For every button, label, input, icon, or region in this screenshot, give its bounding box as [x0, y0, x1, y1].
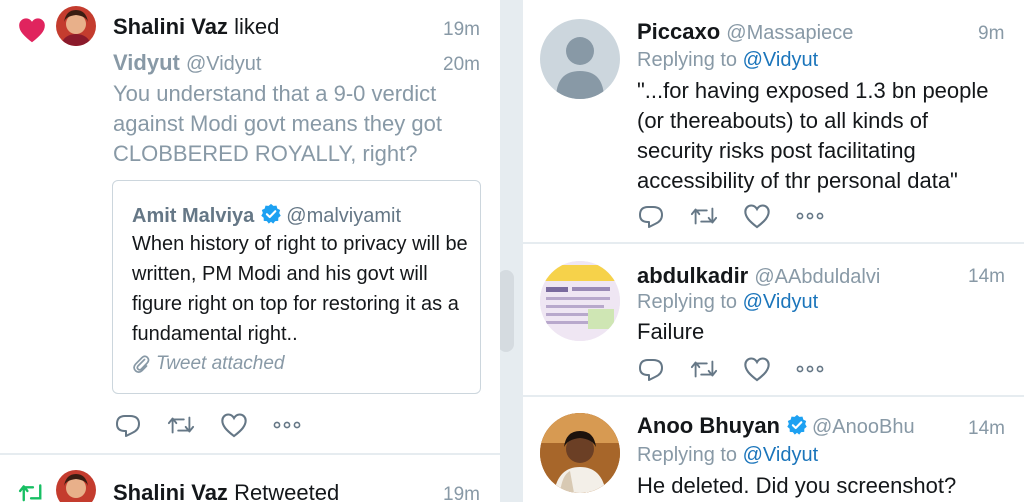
reply-author-handle[interactable]: @AnooBhu — [812, 416, 915, 438]
like-button[interactable] — [743, 203, 771, 229]
replying-label: Replying to — [637, 291, 738, 313]
divider — [0, 453, 500, 455]
tweet-time[interactable]: 20m — [443, 54, 480, 76]
reply-author-name[interactable]: Piccaxo — [637, 19, 720, 44]
divider — [523, 395, 1024, 397]
reply-author-handle[interactable]: @Massapiece — [726, 22, 853, 44]
notification-time: 19m — [443, 19, 480, 40]
reply-header: abdulkadir @AAbduldalvi — [637, 263, 880, 289]
reply-actions — [637, 356, 849, 382]
more-button[interactable] — [796, 356, 824, 382]
more-dots-icon — [796, 365, 824, 373]
reply-icon — [116, 415, 140, 437]
tweet-actions — [114, 412, 326, 438]
heart-icon — [744, 204, 770, 229]
retweet-icon — [690, 207, 718, 225]
reply-text: He deleted. Did you screenshot? — [637, 473, 957, 498]
quote-author-handle: @malviyamit — [286, 205, 402, 227]
replying-to: Replying to @Vidyut — [637, 49, 818, 72]
notification-line: Shalini Vaz liked — [113, 14, 279, 40]
verified-badge-icon — [261, 203, 281, 224]
reply-time[interactable]: 14m — [968, 418, 1005, 440]
reply-icon — [639, 206, 663, 228]
reply-time[interactable]: 9m — [978, 23, 1004, 45]
notification-action: Retweeted — [234, 480, 340, 502]
replying-to-link[interactable]: @Vidyut — [743, 291, 819, 313]
attachment-label: Tweet attached — [156, 353, 285, 374]
divider — [523, 242, 1024, 244]
retweet-button[interactable] — [690, 356, 718, 382]
replying-to: Replying to @Vidyut — [637, 444, 818, 467]
notification-action: liked — [234, 14, 280, 39]
notification-user[interactable]: Shalini Vaz — [113, 14, 228, 39]
reply-button[interactable] — [114, 412, 142, 438]
like-button[interactable] — [743, 356, 771, 382]
reply-icon — [639, 359, 663, 381]
reply-author-name[interactable]: abdulkadir — [637, 263, 748, 288]
replying-to-link[interactable]: @Vidyut — [743, 49, 819, 71]
verified-badge-icon — [787, 414, 807, 435]
tweet-text: You understand that a 9-0 verdict agains… — [113, 81, 442, 166]
avatar[interactable] — [540, 413, 620, 493]
retweet-icon — [690, 360, 718, 378]
notification-time: 19m — [443, 484, 480, 502]
quote-attachment: Tweet attached — [132, 353, 285, 375]
quote-text: When history of right to privacy will be… — [132, 233, 468, 345]
reply-header: Piccaxo @Massapiece — [637, 19, 853, 45]
notification-user[interactable]: Shalini Vaz — [113, 480, 228, 502]
heart-icon — [221, 413, 247, 438]
reply-text: "...for having exposed 1.3 bn people (or… — [637, 78, 989, 193]
reply-author-handle[interactable]: @AAbduldalvi — [754, 266, 880, 288]
notifications-column: Shalini Vaz liked 19m Vidyut @Vidyut 20m… — [0, 0, 500, 502]
retweet-button[interactable] — [167, 412, 195, 438]
avatar[interactable] — [540, 261, 620, 341]
quote-author-name: Amit Malviya — [132, 205, 255, 227]
retweet-notification-icon — [18, 484, 42, 502]
tweet-header: Vidyut @Vidyut — [113, 50, 261, 76]
retweet-icon — [167, 416, 195, 434]
paperclip-icon — [133, 355, 150, 373]
reply-header: Anoo Bhuyan @AnooBhu — [637, 413, 915, 439]
tweet-author-name[interactable]: Vidyut — [113, 50, 180, 75]
retweet-button[interactable] — [690, 203, 718, 229]
replying-to-link[interactable]: @Vidyut — [743, 444, 819, 466]
more-button[interactable] — [796, 203, 824, 229]
like-button[interactable] — [220, 412, 248, 438]
scrollbar-thumb[interactable] — [498, 270, 514, 352]
heart-filled-icon — [19, 18, 45, 43]
quoted-tweet[interactable]: Amit Malviya @malviyamit When history of… — [112, 180, 481, 394]
replying-label: Replying to — [637, 49, 738, 71]
reply-text: Failure — [637, 319, 705, 344]
replying-to: Replying to @Vidyut — [637, 291, 818, 314]
more-dots-icon — [273, 421, 301, 429]
reply-button[interactable] — [637, 203, 665, 229]
avatar[interactable] — [540, 19, 620, 99]
reply-author-name[interactable]: Anoo Bhuyan — [637, 413, 780, 438]
heart-icon — [744, 357, 770, 382]
quote-header: Amit Malviya @malviyamit — [132, 203, 401, 228]
reply-button[interactable] — [637, 356, 665, 382]
reply-actions — [637, 203, 849, 229]
avatar[interactable] — [56, 6, 96, 46]
replying-label: Replying to — [637, 444, 738, 466]
more-button[interactable] — [273, 412, 301, 438]
tweet-author-handle[interactable]: @Vidyut — [186, 53, 262, 75]
more-dots-icon — [796, 212, 824, 220]
replies-column: Piccaxo @Massapiece 9m Replying to @Vidy… — [523, 0, 1024, 502]
reply-time[interactable]: 14m — [968, 266, 1005, 288]
notification-line: Shalini Vaz Retweeted — [113, 480, 339, 502]
avatar[interactable] — [56, 470, 96, 502]
column-gutter — [500, 0, 523, 502]
